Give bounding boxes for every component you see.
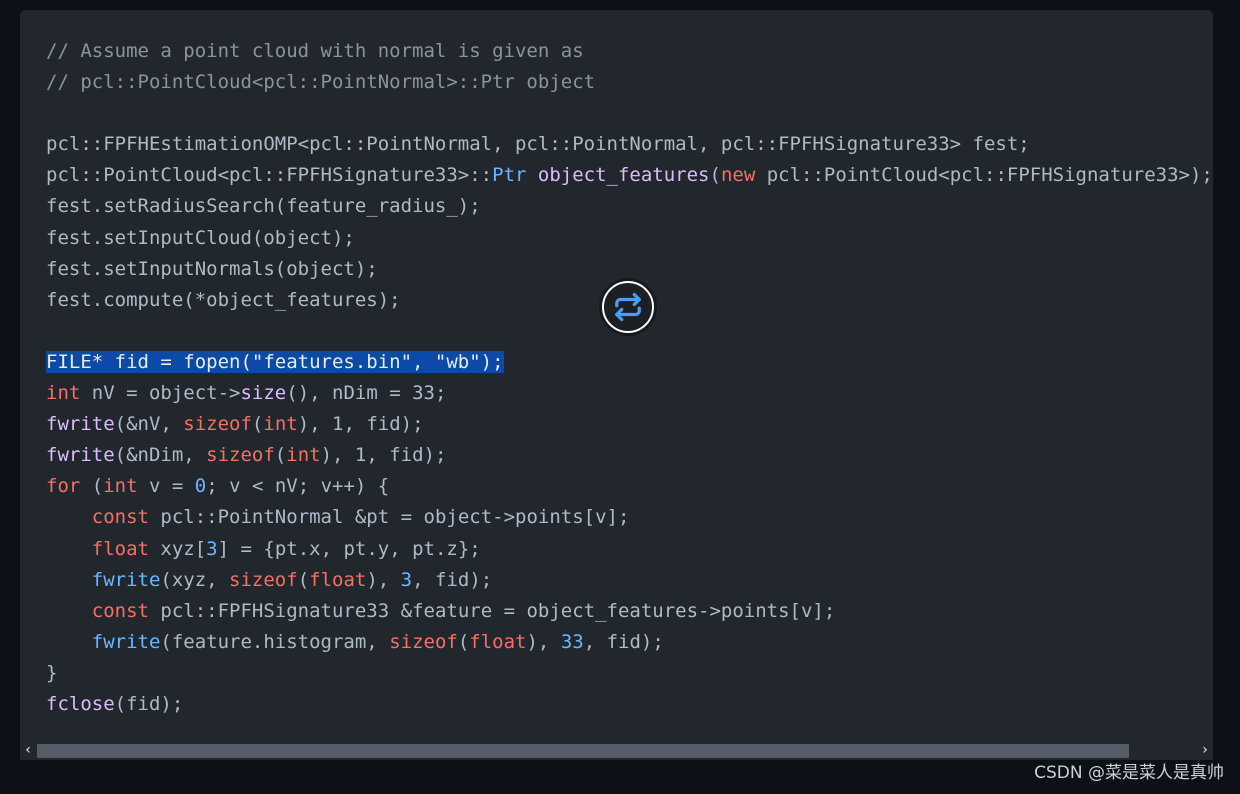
code-token: ), 1, fid); (320, 444, 447, 467)
code-token: int (286, 444, 321, 467)
code-token: fwrite (46, 444, 115, 467)
code-token: size (240, 382, 287, 405)
code-token: int (46, 382, 81, 405)
code-token: float (91, 537, 149, 560)
code-token: pcl::FPFHSignature33 &feature = object_f… (148, 599, 836, 622)
code-token: // Assume a point cloud with normal is g… (46, 40, 584, 62)
code-token: , fid); (583, 630, 664, 653)
code-token: Ptr (492, 164, 538, 187)
code-token: fest.setRadiusSearch(feature_radius_); (46, 195, 481, 218)
scroll-right-arrow-icon[interactable]: › (1197, 740, 1213, 760)
code-line: // Assume a point cloud with normal is g… (46, 36, 1213, 67)
code-lines: // Assume a point cloud with normal is g… (46, 36, 1213, 720)
code-token: , fid); (412, 568, 493, 591)
code-token: sizeof (389, 630, 458, 653)
code-token: object_features (537, 164, 710, 187)
code-line: fwrite(xyz, sizeof(float), 3, fid); (46, 565, 1213, 596)
code-token: const (91, 599, 149, 622)
code-token: 3 (206, 537, 218, 560)
code-token: (fid); (114, 692, 184, 715)
code-line: fwrite(feature.histogram, sizeof(float),… (46, 627, 1213, 658)
code-line: } (46, 658, 1213, 689)
code-line: fclose(fid); (46, 689, 1213, 720)
code-token: sizeof (183, 413, 252, 436)
code-token: for (46, 475, 81, 498)
code-token: (xyz, (160, 568, 230, 591)
code-token: (&nDim, (114, 444, 207, 467)
selected-code-text: FILE* fid = fopen("features.bin", "wb"); (46, 350, 504, 373)
horizontal-scrollbar[interactable]: ‹ › (20, 740, 1213, 760)
code-line: pcl::FPFHEstimationOMP<pcl::PointNormal,… (46, 129, 1213, 160)
code-line: FILE* fid = fopen("features.bin", "wb"); (46, 347, 1213, 378)
code-line: for (int v = 0; v < nV; v++) { (46, 471, 1213, 502)
code-token: nV = object-> (80, 382, 241, 405)
page: // Assume a point cloud with normal is g… (0, 0, 1240, 794)
code-line: float xyz[3] = {pt.x, pt.y, pt.z}; (46, 534, 1213, 565)
code-token: float (469, 630, 527, 653)
code-token: int (103, 475, 138, 498)
repeat-icon (615, 292, 641, 322)
code-token: ] = {pt.x, pt.y, pt.z}; (217, 537, 481, 560)
code-view[interactable]: // Assume a point cloud with normal is g… (46, 36, 1213, 740)
code-token: fest.compute(*object_features); (46, 288, 401, 311)
code-token: ( (457, 630, 470, 653)
code-token: fwrite (91, 568, 161, 591)
code-line: pcl::PointCloud<pcl::FPFHSignature33>::P… (46, 160, 1213, 191)
code-token: 3 (400, 568, 413, 591)
code-token: fest.setInputCloud(object); (46, 226, 355, 249)
code-token: (), nDim = 33; (286, 382, 447, 405)
code-token: (&nV, (114, 413, 184, 436)
watermark: CSDN @菜是菜人是真帅 (1034, 763, 1224, 783)
code-token: sizeof (229, 568, 298, 591)
code-token: fclose (46, 692, 115, 715)
code-token: // pcl::PointCloud<pcl::PointNormal>::Pt… (46, 71, 596, 94)
code-token: ), 1, fid); (297, 413, 424, 436)
code-line: fwrite(&nDim, sizeof(int), 1, fid); (46, 440, 1213, 471)
code-token: v = (137, 475, 195, 498)
code-token: ( (80, 475, 104, 498)
code-token: ( (274, 444, 287, 467)
repeat-button[interactable] (602, 281, 654, 333)
code-token: pcl::PointCloud<pcl::FPFHSignature33>:: (46, 164, 493, 187)
code-token: 33 (560, 630, 584, 653)
scrollbar-thumb[interactable] (37, 744, 1129, 758)
code-token: new (720, 164, 756, 187)
code-token: sizeof (206, 444, 275, 467)
code-block: // Assume a point cloud with normal is g… (20, 10, 1213, 760)
code-line: fest.setInputCloud(object); (46, 223, 1213, 254)
code-line: fwrite(&nV, sizeof(int), 1, fid); (46, 409, 1213, 440)
code-token: 0 (194, 475, 207, 498)
code-token: int (263, 413, 298, 436)
code-token: ), (526, 630, 561, 653)
code-line: // pcl::PointCloud<pcl::PointNormal>::Pt… (46, 67, 1213, 98)
code-token: fwrite (46, 413, 115, 436)
code-token: (feature.histogram, (160, 630, 390, 653)
code-token: pcl::FPFHEstimationOMP<pcl::PointNormal,… (46, 133, 1030, 156)
code-token: } (46, 661, 58, 684)
code-line: const pcl::FPFHSignature33 &feature = ob… (46, 596, 1213, 627)
code-token: ; v < nV; v++) { (206, 475, 390, 498)
code-token: ( (709, 164, 721, 187)
code-token: float (309, 568, 367, 591)
code-line: fest.setRadiusSearch(feature_radius_); (46, 191, 1213, 222)
scroll-left-arrow-icon[interactable]: ‹ (20, 740, 36, 760)
code-token: ( (251, 413, 264, 436)
code-token: fwrite (91, 630, 161, 653)
code-token: pcl::PointNormal &pt = object->points[v]… (148, 506, 630, 529)
code-token: pcl::PointCloud<pcl::FPFHSignature33>); (755, 164, 1213, 187)
code-line: const pcl::PointNormal &pt = object->poi… (46, 502, 1213, 533)
code-token: fest.setInputNormals(object); (46, 257, 378, 280)
code-token: ), (366, 568, 401, 591)
code-line: int nV = object->size(), nDim = 33; (46, 378, 1213, 409)
code-token: xyz[ (148, 537, 207, 560)
code-token: const (91, 506, 149, 529)
code-token: ( (297, 568, 310, 591)
